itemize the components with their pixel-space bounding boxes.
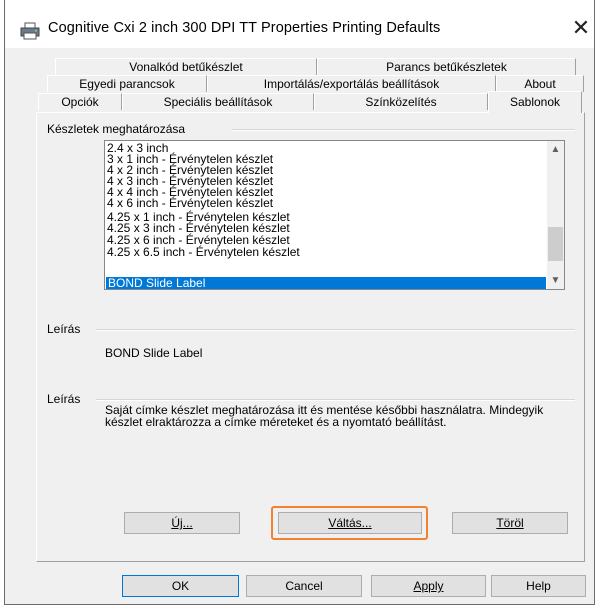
help-button[interactable]: Help bbox=[491, 575, 586, 597]
tab-egyedi-parancsok[interactable]: Egyedi parancsok bbox=[47, 75, 207, 92]
change-button-label: Váltás... bbox=[328, 516, 372, 530]
tab-specialis-beallitasok[interactable]: Speciális beállítások bbox=[122, 93, 314, 110]
description-label: Leírás bbox=[44, 322, 84, 336]
cancel-button[interactable]: Cancel bbox=[246, 575, 362, 597]
tab-opciok[interactable]: Opciók bbox=[38, 93, 122, 110]
tab-vonalkod-betukeszlet[interactable]: Vonalkód betűkészlet bbox=[55, 58, 317, 75]
tab-parancs-betukeszletek[interactable]: Parancs betűkészletek bbox=[317, 58, 576, 75]
new-button-label: Új... bbox=[171, 516, 193, 530]
group-divider bbox=[232, 129, 575, 131]
delete-button[interactable]: Töröl bbox=[452, 512, 568, 534]
scroll-thumb[interactable] bbox=[548, 227, 563, 261]
ok-button[interactable]: OK bbox=[122, 575, 239, 597]
tab-about[interactable]: About bbox=[496, 75, 584, 92]
scroll-down-icon[interactable]: ▼ bbox=[547, 274, 564, 288]
scroll-up-icon[interactable]: ▲ bbox=[547, 143, 564, 157]
title-bar[interactable]: Cognitive Cxi 2 inch 300 DPI TT Properti… bbox=[5, 0, 594, 48]
list-item[interactable]: 4 x 6 inch - Érvénytelen készlet bbox=[107, 197, 273, 209]
group-divider bbox=[96, 329, 575, 331]
sets-group-label: Készletek meghatározása bbox=[44, 122, 189, 136]
apply-button[interactable]: Apply bbox=[371, 575, 486, 597]
description-value: BOND Slide Label bbox=[105, 346, 203, 360]
list-item-selected[interactable]: BOND Slide Label bbox=[106, 277, 546, 289]
close-icon[interactable]: ✕ bbox=[568, 14, 594, 42]
description-label: Leírás bbox=[44, 392, 84, 406]
window-title: Cognitive Cxi 2 inch 300 DPI TT Properti… bbox=[48, 20, 441, 36]
tab-import-export[interactable]: Importálás/exportálás beállítások bbox=[207, 75, 496, 92]
tab-sablonok[interactable]: Sablonok bbox=[488, 91, 582, 113]
description-text: Saját címke készlet meghatározása itt és… bbox=[105, 403, 544, 429]
delete-button-label: Töröl bbox=[496, 516, 524, 530]
printer-icon bbox=[20, 22, 40, 40]
sets-listbox[interactable]: 2.4 x 3 inch 3 x 1 inch - Érvénytelen ké… bbox=[104, 140, 565, 290]
group-divider bbox=[96, 399, 575, 401]
change-button[interactable]: Váltás... bbox=[278, 512, 422, 534]
new-button[interactable]: Új... bbox=[124, 512, 240, 534]
tab-szinkozelites[interactable]: Színközelítés bbox=[314, 93, 488, 110]
apply-button-label: Apply bbox=[413, 579, 444, 593]
list-item[interactable]: 4.25 x 6.5 inch - Érvénytelen készlet bbox=[107, 246, 300, 258]
window-border-right bbox=[594, 0, 595, 605]
listbox-scrollbar[interactable]: ▲ ▼ bbox=[547, 141, 564, 289]
